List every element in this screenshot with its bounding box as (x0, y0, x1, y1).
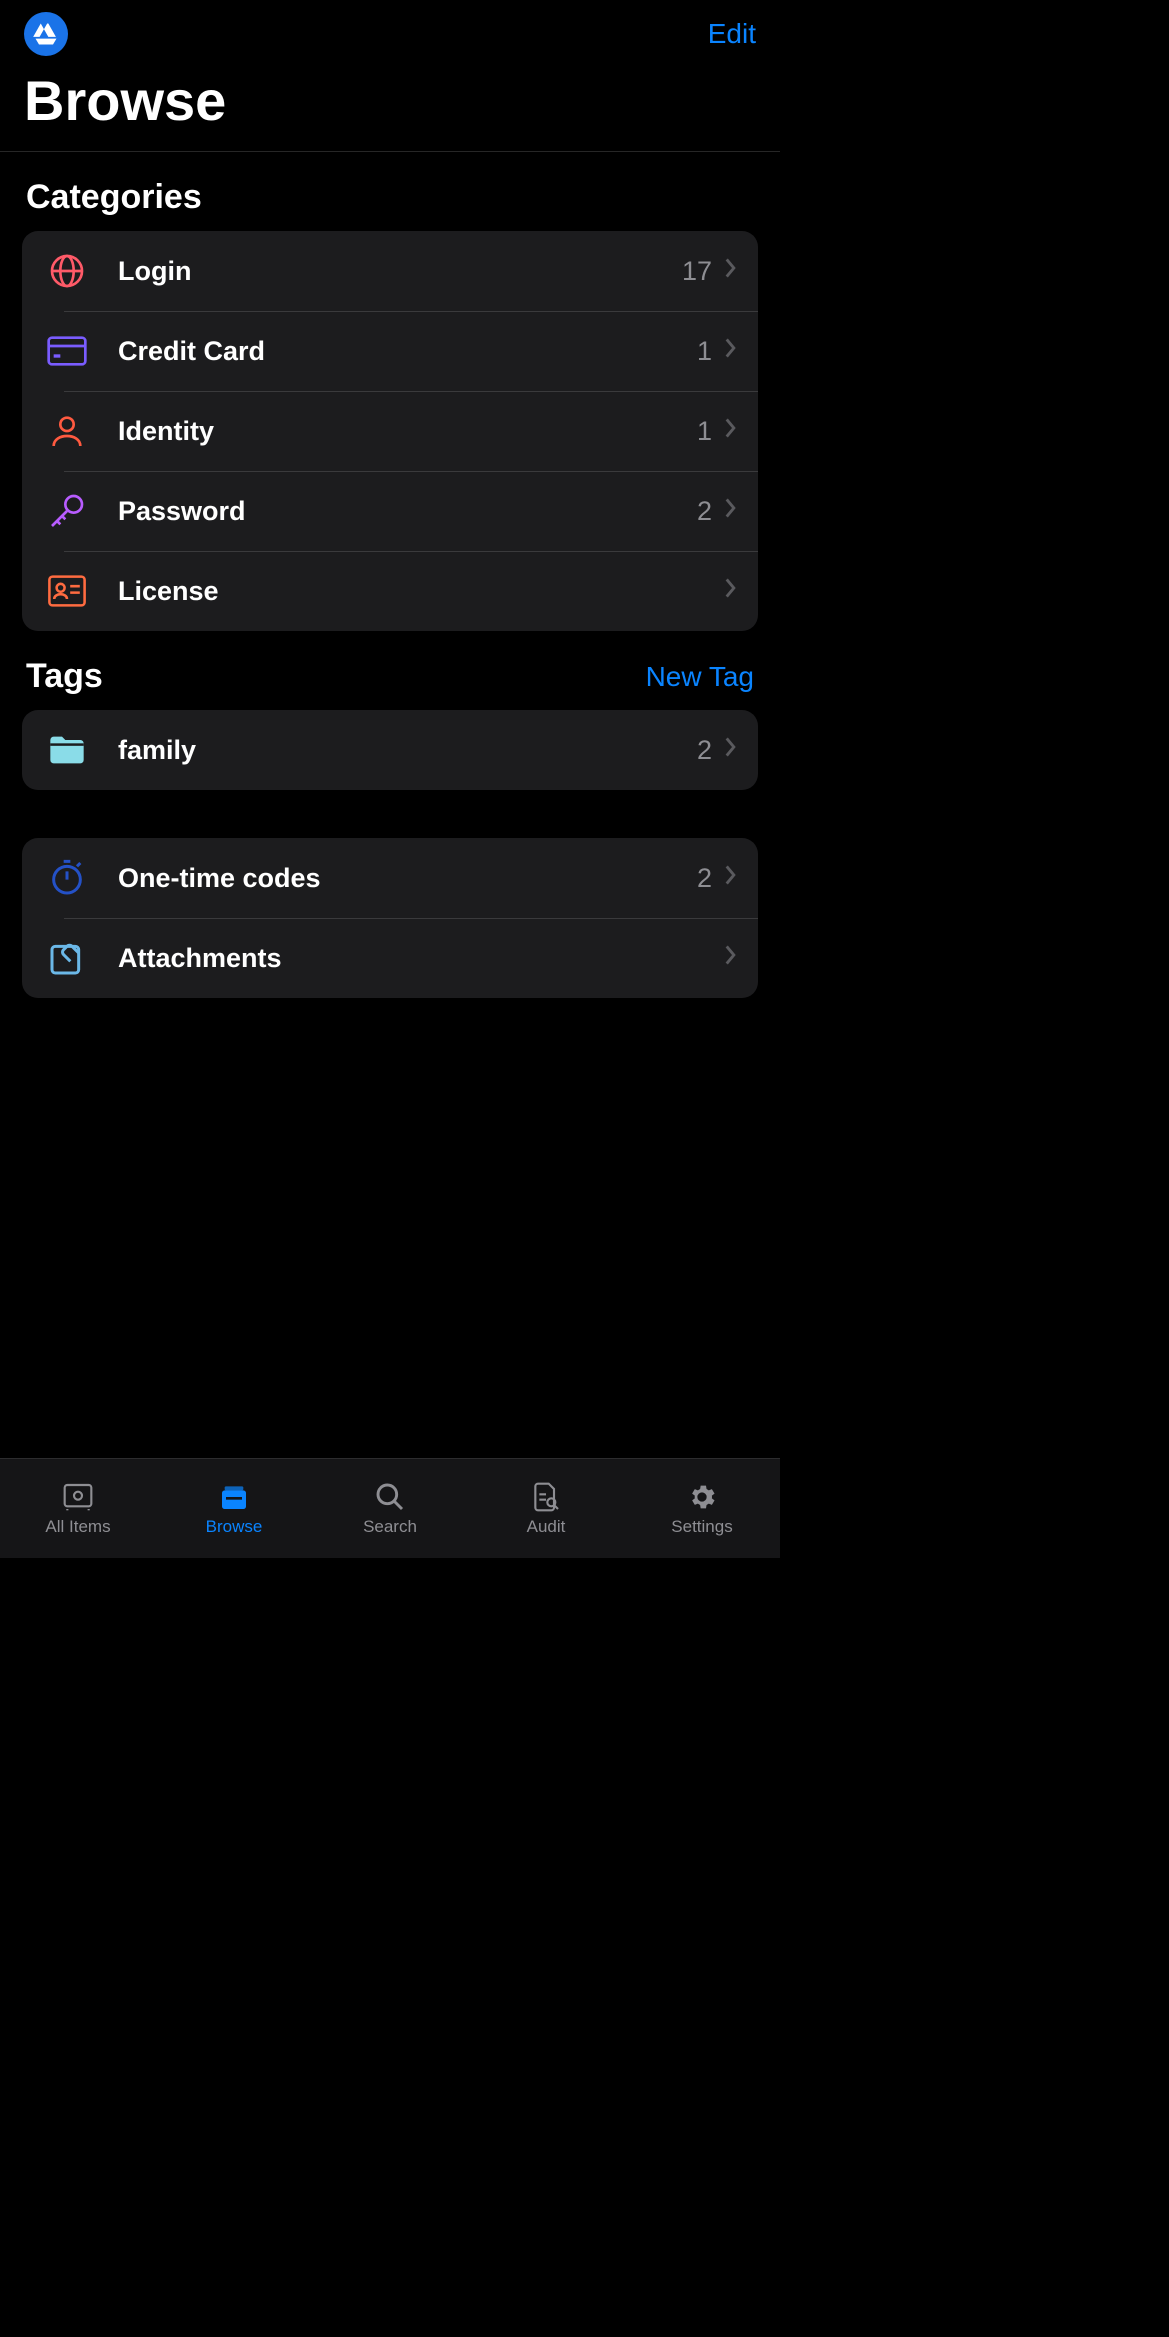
category-row-credit-card[interactable]: Credit Card 1 (22, 311, 758, 391)
tab-settings[interactable]: Settings (624, 1459, 780, 1558)
row-count: 2 (697, 496, 712, 527)
drive-triangle-icon (32, 20, 60, 48)
tab-label: Search (363, 1517, 417, 1537)
tags-list: family 2 (22, 710, 758, 790)
chevron-right-icon (724, 338, 738, 364)
new-tag-button[interactable]: New Tag (646, 661, 754, 693)
row-count: 1 (697, 336, 712, 367)
paperclip-icon (42, 933, 92, 983)
tab-search[interactable]: Search (312, 1459, 468, 1558)
google-drive-icon[interactable] (24, 12, 68, 56)
stopwatch-icon (42, 853, 92, 903)
page-title: Browse (0, 56, 780, 152)
utility-row-otp[interactable]: One-time codes 2 (22, 838, 758, 918)
chevron-right-icon (724, 498, 738, 524)
tab-browse[interactable]: Browse (156, 1459, 312, 1558)
category-row-password[interactable]: Password 2 (22, 471, 758, 551)
chevron-right-icon (724, 258, 738, 284)
row-label: One-time codes (118, 863, 697, 894)
category-row-login[interactable]: Login 17 (22, 231, 758, 311)
chevron-right-icon (724, 865, 738, 891)
folder-icon (42, 725, 92, 775)
chevron-right-icon (724, 945, 738, 971)
browse-icon (216, 1481, 252, 1513)
row-label: Password (118, 496, 697, 527)
search-icon (372, 1481, 408, 1513)
row-label: Attachments (118, 943, 712, 974)
id-card-icon (42, 566, 92, 616)
tags-title: Tags (26, 657, 103, 696)
tab-bar: All Items Browse Search Audit (0, 1458, 780, 1558)
audit-icon (528, 1481, 564, 1513)
row-label: License (118, 576, 712, 607)
tab-label: All Items (45, 1517, 110, 1537)
globe-icon (42, 246, 92, 296)
utility-row-attachments[interactable]: Attachments (22, 918, 758, 998)
chevron-right-icon (724, 578, 738, 604)
tab-all-items[interactable]: All Items (0, 1459, 156, 1558)
categories-header: Categories (0, 152, 780, 231)
row-label: Identity (118, 416, 697, 447)
row-count: 1 (697, 416, 712, 447)
row-count: 17 (682, 256, 712, 287)
chevron-right-icon (724, 737, 738, 763)
tab-label: Audit (527, 1517, 566, 1537)
utilities-list: One-time codes 2 Attachments (22, 838, 758, 998)
vault-icon (60, 1481, 96, 1513)
credit-card-icon (42, 326, 92, 376)
tags-header: Tags New Tag (0, 631, 780, 710)
gear-icon (684, 1481, 720, 1513)
row-count: 2 (697, 735, 712, 766)
edit-button[interactable]: Edit (708, 18, 756, 50)
person-icon (42, 406, 92, 456)
key-icon (42, 486, 92, 536)
categories-list: Login 17 Credit Card 1 Identity 1 (22, 231, 758, 631)
tab-audit[interactable]: Audit (468, 1459, 624, 1558)
category-row-license[interactable]: License (22, 551, 758, 631)
tab-label: Browse (206, 1517, 263, 1537)
chevron-right-icon (724, 418, 738, 444)
row-label: Credit Card (118, 336, 697, 367)
row-label: Login (118, 256, 682, 287)
category-row-identity[interactable]: Identity 1 (22, 391, 758, 471)
row-label: family (118, 735, 697, 766)
tag-row-family[interactable]: family 2 (22, 710, 758, 790)
row-count: 2 (697, 863, 712, 894)
categories-title: Categories (26, 178, 202, 217)
tab-label: Settings (671, 1517, 732, 1537)
